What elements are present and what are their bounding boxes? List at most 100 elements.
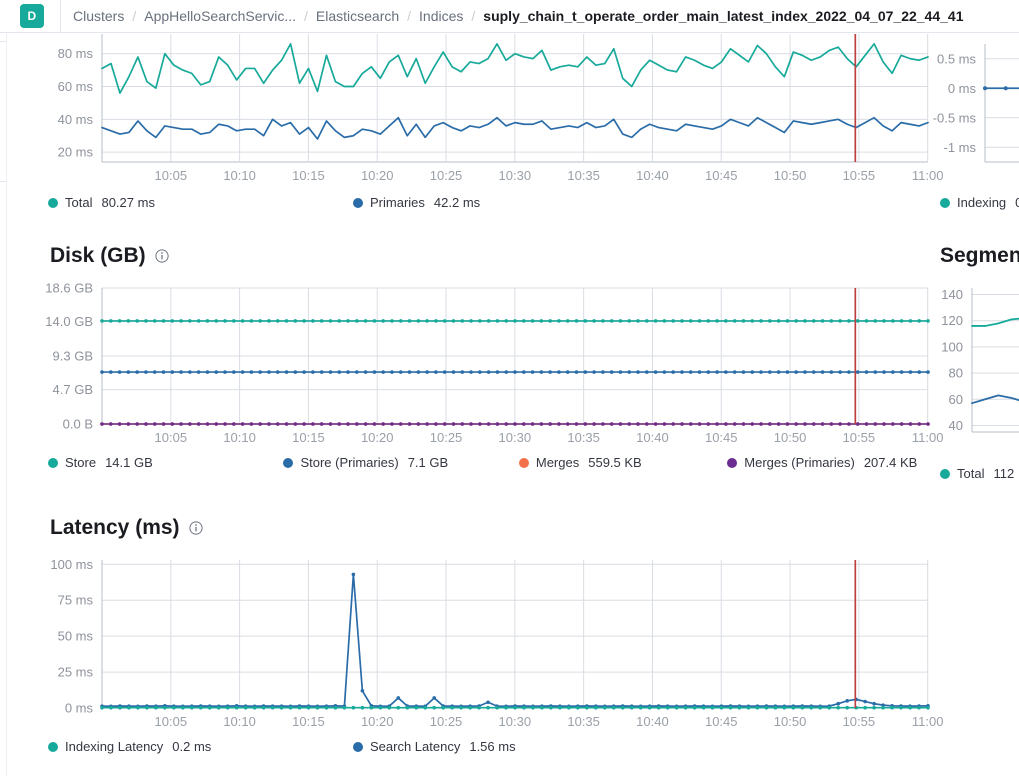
- svg-text:10:30: 10:30: [499, 168, 532, 183]
- legend-color-dot: [940, 198, 950, 208]
- legend-item[interactable]: Store (Primaries)7.1 GB: [283, 455, 518, 470]
- legend-item[interactable]: Merges559.5 KB: [519, 455, 727, 470]
- legend-item[interactable]: Total 80.27 ms: [48, 195, 353, 210]
- legend-series-value: 0: [1015, 195, 1019, 210]
- legend-row: Store14.1 GBStore (Primaries)7.1 GBMerge…: [48, 455, 928, 470]
- svg-text:0 ms: 0 ms: [65, 701, 94, 716]
- legend-color-dot: [353, 198, 363, 208]
- panel-title-segments: Segment: [940, 244, 1019, 268]
- legend-row: Indexing 0: [940, 195, 1019, 210]
- chart-latency[interactable]: 0 ms25 ms50 ms75 ms100 ms10:0510:1010:15…: [40, 550, 928, 732]
- chart-legend-response-times: Total 80.27 ms Primaries 42.2 ms: [48, 195, 908, 210]
- legend-series-name: Primaries: [370, 195, 425, 210]
- svg-text:10:50: 10:50: [774, 168, 807, 183]
- breadcrumb: Clusters / AppHelloSearchServic... / Ela…: [73, 8, 964, 24]
- chart-legend-disk: Store14.1 GBStore (Primaries)7.1 GBMerge…: [48, 455, 928, 470]
- breadcrumb-bar: D Clusters / AppHelloSearchServic... / E…: [0, 0, 1019, 33]
- panel-title-latency: Latency (ms): [50, 516, 203, 540]
- chart-indexing-rate[interactable]: 0.5 ms0 ms-0.5 ms-1 ms: [930, 34, 1019, 184]
- svg-text:10:35: 10:35: [567, 168, 600, 183]
- legend-series-name: Indexing: [957, 195, 1006, 210]
- svg-text:60: 60: [949, 392, 963, 407]
- svg-text:140: 140: [941, 287, 963, 302]
- svg-text:20 ms: 20 ms: [58, 145, 94, 160]
- svg-text:10:10: 10:10: [223, 714, 256, 729]
- legend-series-value: 7.1 GB: [408, 455, 448, 470]
- breadcrumb-separator: /: [132, 8, 136, 24]
- svg-text:60 ms: 60 ms: [58, 79, 94, 94]
- svg-text:10:25: 10:25: [430, 430, 463, 445]
- breadcrumb-separator: /: [304, 8, 308, 24]
- legend-series-value: 207.4 KB: [864, 455, 918, 470]
- legend-item[interactable]: Indexing 0: [940, 195, 1019, 210]
- legend-color-dot: [353, 742, 363, 752]
- svg-text:40 ms: 40 ms: [58, 112, 94, 127]
- legend-series-name: Total: [65, 195, 92, 210]
- svg-text:10:40: 10:40: [636, 430, 669, 445]
- legend-series-name: Indexing Latency: [65, 739, 163, 754]
- legend-item[interactable]: Merges (Primaries)207.4 KB: [727, 455, 928, 470]
- chart-segments[interactable]: 406080100120140: [930, 278, 1019, 453]
- info-icon[interactable]: [189, 521, 203, 535]
- svg-text:10:25: 10:25: [430, 168, 463, 183]
- panel-title-latency-label: Latency (ms): [50, 516, 180, 540]
- svg-text:10:30: 10:30: [499, 714, 532, 729]
- legend-series-name: Store: [65, 455, 96, 470]
- left-rail: [0, 33, 7, 776]
- svg-text:10:55: 10:55: [843, 430, 876, 445]
- legend-item[interactable]: Search Latency1.56 ms: [353, 739, 653, 754]
- svg-text:75 ms: 75 ms: [58, 593, 94, 608]
- chart-disk[interactable]: 0.0 B4.7 GB9.3 GB14.0 GB18.6 GB10:0510:1…: [40, 278, 928, 448]
- svg-text:10:15: 10:15: [292, 714, 325, 729]
- svg-text:0.5 ms: 0.5 ms: [937, 51, 977, 66]
- panel-title-disk: Disk (GB): [50, 244, 169, 268]
- breadcrumb-item-elasticsearch[interactable]: Elasticsearch: [316, 8, 399, 24]
- breadcrumb-item-cluster-name[interactable]: AppHelloSearchServic...: [144, 8, 296, 24]
- svg-text:10:40: 10:40: [636, 714, 669, 729]
- svg-text:80 ms: 80 ms: [58, 46, 94, 61]
- legend-item[interactable]: Store14.1 GB: [48, 455, 283, 470]
- disk-panel-header: Disk (GB): [50, 244, 169, 268]
- chart-legend-indexing-rate: Indexing 0: [940, 195, 1019, 210]
- chart-legend-latency: Indexing Latency 0.2 ms Search Latency1.56…: [48, 739, 928, 754]
- legend-item[interactable]: Total 112: [940, 466, 1019, 481]
- svg-text:-1 ms: -1 ms: [944, 140, 977, 155]
- legend-series-name: Total: [957, 466, 984, 481]
- segments-panel-header: Segment: [940, 244, 1019, 268]
- legend-series-value: 0.2 ms: [172, 739, 211, 754]
- breadcrumb-item-indices[interactable]: Indices: [419, 8, 463, 24]
- breadcrumb-item-clusters[interactable]: Clusters: [73, 8, 124, 24]
- legend-series-value: 42.2 ms: [434, 195, 480, 210]
- svg-text:10:50: 10:50: [774, 430, 807, 445]
- svg-text:14.0 GB: 14.0 GB: [45, 314, 93, 329]
- chart-legend-segments: Total 112: [940, 466, 1019, 481]
- latency-panel-header: Latency (ms): [50, 516, 203, 540]
- toolbar-divider: [60, 0, 61, 33]
- svg-text:4.7 GB: 4.7 GB: [53, 382, 93, 397]
- legend-item[interactable]: Primaries 42.2 ms: [353, 195, 653, 210]
- svg-text:10:55: 10:55: [843, 714, 876, 729]
- svg-text:10:10: 10:10: [223, 168, 256, 183]
- svg-text:10:20: 10:20: [361, 168, 394, 183]
- panel-title-disk-label: Disk (GB): [50, 244, 146, 268]
- svg-text:10:50: 10:50: [774, 714, 807, 729]
- legend-color-dot: [519, 458, 529, 468]
- legend-series-name: Search Latency: [370, 739, 460, 754]
- info-icon[interactable]: [155, 249, 169, 263]
- legend-series-value: 112: [993, 466, 1014, 481]
- svg-text:11:00: 11:00: [912, 714, 944, 729]
- svg-text:10:35: 10:35: [567, 714, 600, 729]
- svg-text:120: 120: [941, 313, 963, 328]
- svg-text:100 ms: 100 ms: [50, 557, 93, 572]
- chart-response-times[interactable]: 20 ms40 ms60 ms80 ms10:0510:1010:1510:20…: [40, 34, 928, 186]
- legend-item[interactable]: Indexing Latency 0.2 ms: [48, 739, 353, 754]
- svg-text:10:10: 10:10: [223, 430, 256, 445]
- avatar[interactable]: D: [20, 4, 44, 28]
- legend-series-value: 80.27 ms: [101, 195, 154, 210]
- legend-series-value: 559.5 KB: [588, 455, 642, 470]
- breadcrumb-item-current-index: suply_chain_t_operate_order_main_latest_…: [483, 8, 963, 24]
- svg-text:9.3 GB: 9.3 GB: [53, 349, 93, 364]
- svg-text:10:05: 10:05: [155, 168, 188, 183]
- svg-text:40: 40: [949, 418, 963, 433]
- breadcrumb-separator: /: [471, 8, 475, 24]
